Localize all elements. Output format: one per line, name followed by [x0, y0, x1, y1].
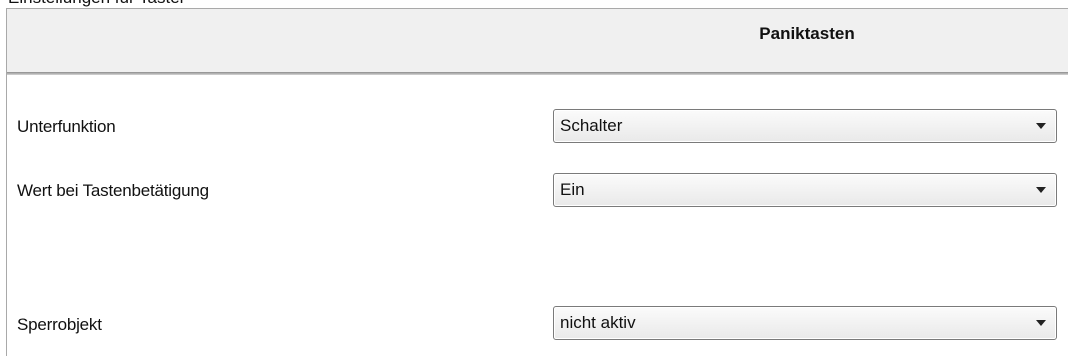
wert-bei-tastenbetaetigung-select[interactable]: Ein — [553, 173, 1057, 207]
unterfunktion-value: Schalter — [560, 116, 623, 135]
cut-off-top-text: Einstellungen für Taster — [0, 0, 1068, 8]
chevron-down-icon — [1036, 123, 1046, 129]
panel-header: Paniktasten — [7, 9, 1068, 73]
cut-off-caption: Einstellungen für Taster — [8, 0, 185, 8]
chevron-down-icon — [1036, 320, 1046, 326]
wert-bei-tastenbetaetigung-label: Wert bei Tastenbetätigung — [17, 181, 209, 200]
parameter-panel: Paniktasten Unterfunktion Schalter Wert … — [6, 8, 1068, 356]
chevron-down-icon — [1036, 187, 1046, 193]
unterfunktion-label: Unterfunktion — [17, 117, 116, 136]
unterfunktion-select[interactable]: Schalter — [553, 109, 1057, 143]
sperrobjekt-select[interactable]: nicht aktiv — [553, 306, 1057, 340]
sperrobjekt-value: nicht aktiv — [560, 313, 636, 332]
header-divider — [7, 72, 1068, 75]
wert-bei-tastenbetaetigung-value: Ein — [560, 180, 585, 199]
page-title: Paniktasten — [759, 24, 855, 43]
sperrobjekt-label: Sperrobjekt — [17, 315, 102, 334]
